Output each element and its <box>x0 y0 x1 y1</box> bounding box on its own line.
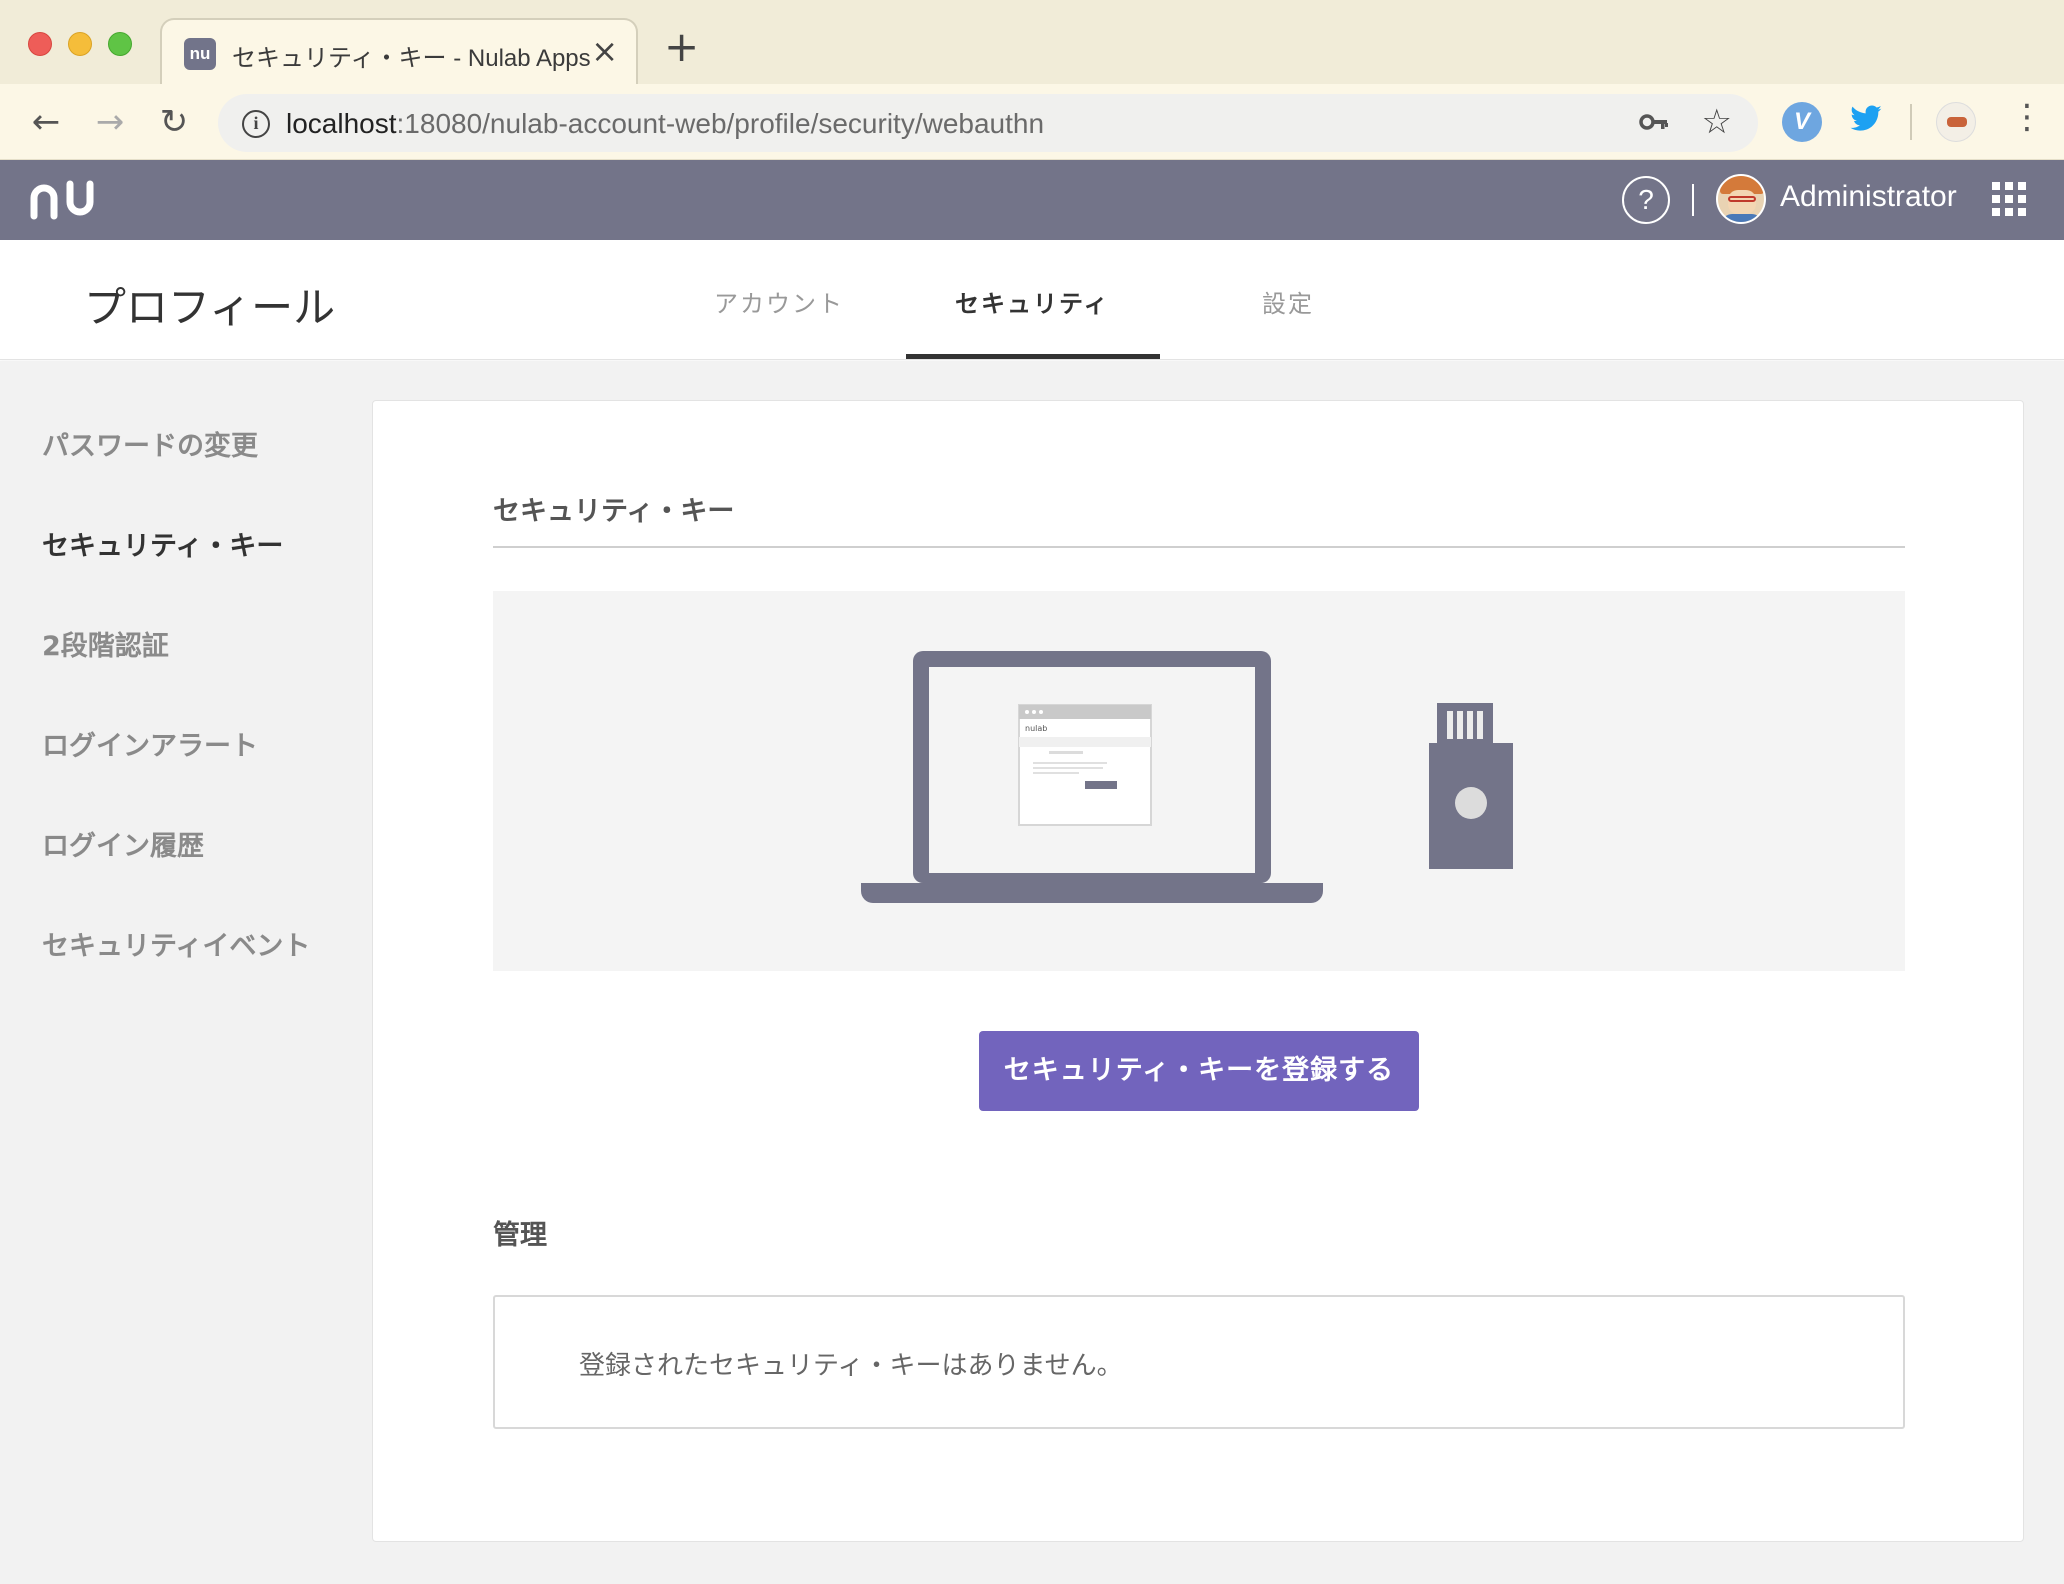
toolbar-divider <box>1910 104 1912 140</box>
laptop-usb-key-illustration-icon: nulab <box>861 651 1513 903</box>
new-tab-icon[interactable]: + <box>664 26 699 68</box>
page-title: プロフィール <box>84 283 336 332</box>
site-info-icon[interactable]: i <box>242 110 270 138</box>
browser-toolbar: ← → ↻ i localhost:18080/nulab-account-we… <box>0 84 2064 160</box>
sidebar-item-security-events[interactable]: セキュリティイベント <box>42 924 310 963</box>
window-zoom-button[interactable] <box>108 32 132 56</box>
tab-security[interactable]: セキュリティ <box>955 284 1110 319</box>
sidebar-item-security-key[interactable]: セキュリティ・キー <box>42 524 283 563</box>
user-name[interactable]: Administrator <box>1780 180 1957 214</box>
browser-tab-strip: nu セキュリティ・キー - Nulab Apps × + <box>0 0 2064 84</box>
profile-icon[interactable] <box>1936 102 1976 142</box>
app-header: ? Administrator <box>0 160 2064 240</box>
reload-icon[interactable]: ↻ <box>154 102 194 142</box>
sidebar-item-password[interactable]: パスワードの変更 <box>42 424 258 463</box>
security-key-list-empty: 登録されたセキュリティ・キーはありません。 <box>493 1295 1905 1429</box>
back-icon[interactable]: ← <box>26 102 66 142</box>
twitter-icon[interactable] <box>1846 102 1886 142</box>
url-host: localhost <box>286 108 397 139</box>
browser-chrome: nu セキュリティ・キー - Nulab Apps × + ← → ↻ i lo… <box>0 0 2064 160</box>
vivaldi-icon[interactable]: V <box>1782 102 1822 142</box>
sidebar-item-login-alert[interactable]: ログインアラート <box>42 724 258 763</box>
sidebar-item-login-history[interactable]: ログイン履歴 <box>42 824 204 863</box>
bookmark-star-icon[interactable]: ☆ <box>1702 102 1732 142</box>
header-divider <box>1692 184 1694 216</box>
tab-account[interactable]: アカウント <box>714 284 844 319</box>
window-close-button[interactable] <box>28 32 52 56</box>
url-path: :18080/nulab-account-web/profile/securit… <box>396 108 1045 139</box>
window-minimize-button[interactable] <box>68 32 92 56</box>
empty-state-message: 登録されたセキュリティ・キーはありません。 <box>579 1351 1123 1381</box>
sidebar-item-two-step[interactable]: 2段階認証 <box>42 624 169 663</box>
nulab-logo-icon[interactable] <box>30 174 102 226</box>
tab-title: セキュリティ・キー - Nulab Apps <box>232 45 591 72</box>
help-icon[interactable]: ? <box>1622 176 1670 224</box>
active-tab-indicator <box>906 354 1160 359</box>
app-switcher-grid-icon[interactable] <box>1992 182 2026 216</box>
address-bar[interactable]: i localhost:18080/nulab-account-web/prof… <box>218 94 1758 152</box>
tab-settings[interactable]: 設定 <box>1262 284 1314 319</box>
section-divider <box>493 546 1905 548</box>
forward-icon[interactable]: → <box>90 102 130 142</box>
nulab-favicon-icon: nu <box>184 38 216 70</box>
register-security-key-button[interactable]: セキュリティ・キーを登録する <box>979 1031 1419 1111</box>
illustration-dialog-logo: nulab <box>1025 724 1047 733</box>
browser-tab-active[interactable]: nu セキュリティ・キー - Nulab Apps × <box>160 18 638 84</box>
security-key-illustration: nulab <box>493 591 1905 971</box>
profile-nav: プロフィール アカウント セキュリティ 設定 <box>0 240 2064 360</box>
section-title: セキュリティ・キー <box>493 496 735 527</box>
user-avatar[interactable] <box>1716 174 1766 224</box>
url-text[interactable]: localhost:18080/nulab-account-web/profil… <box>286 108 1044 140</box>
browser-menu-icon[interactable]: ⋮ <box>2010 100 2044 134</box>
tab-close-icon[interactable]: × <box>591 32 618 70</box>
key-icon[interactable] <box>1638 106 1670 146</box>
manage-heading: 管理 <box>493 1220 547 1251</box>
main-card: セキュリティ・キー nulab セキュリティ・キーを登録する 管理 登録されたセ… <box>372 400 2024 1542</box>
